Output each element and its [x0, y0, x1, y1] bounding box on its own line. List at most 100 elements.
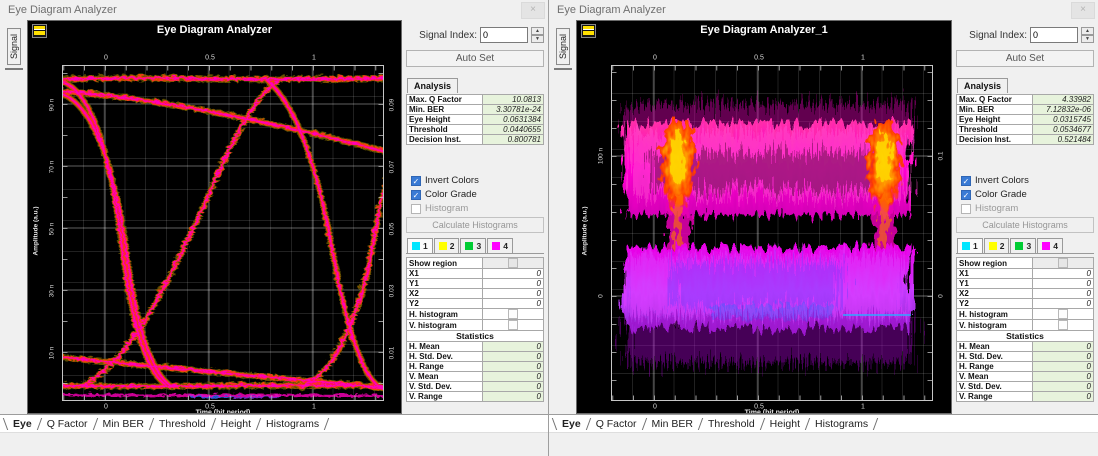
- spin-down-icon[interactable]: ▼: [531, 35, 544, 43]
- tab-histograms[interactable]: Histograms: [808, 418, 875, 430]
- x-tick-top: 1: [861, 55, 865, 62]
- colorgrade-icon[interactable]: [32, 24, 47, 38]
- tab-signal[interactable]: Signal: [556, 28, 570, 65]
- color-grade-checkbox[interactable]: ✓: [961, 190, 971, 200]
- color-grade-label: Color Grade: [425, 189, 477, 200]
- close-icon[interactable]: ×: [521, 2, 545, 19]
- table-row: X20: [957, 289, 1094, 299]
- magenta-swatch-icon: [1042, 242, 1050, 250]
- show-region-checkbox[interactable]: [1058, 258, 1068, 268]
- status-strip: [0, 432, 548, 456]
- h-histogram-checkbox[interactable]: [508, 309, 518, 319]
- histogram-tab-1[interactable]: 1: [407, 238, 433, 253]
- histogram-tab-1[interactable]: 1: [957, 238, 983, 253]
- color-grade-checkbox[interactable]: ✓: [411, 190, 421, 200]
- window-content: Signal Eye Diagram Analyzer_1: [549, 20, 1098, 414]
- tab-signal[interactable]: Signal: [7, 28, 21, 65]
- histogram-tabs: 1 2 3 4: [956, 238, 1094, 254]
- analysis-table: Max. Q Factor4.33982 Min. BER7.12832e-06…: [956, 94, 1094, 145]
- y-tick-right: 0.09: [389, 99, 396, 112]
- histogram-tab-4[interactable]: 4: [487, 238, 513, 253]
- table-row: V. Range0: [407, 392, 544, 402]
- eye-trace-canvas: [62, 65, 384, 401]
- signal-index-label: Signal Index:: [419, 30, 477, 41]
- spin-down-icon[interactable]: ▼: [1081, 35, 1094, 43]
- table-row: H. Std. Dev.0: [407, 352, 544, 362]
- statistics-header: Statistics: [957, 331, 1094, 342]
- v-histogram-checkbox[interactable]: [508, 320, 518, 330]
- analysis-row: Decision Inst.0.800781: [407, 135, 544, 145]
- y-tick-left: 70 n: [49, 161, 56, 174]
- tab-q-factor[interactable]: Q Factor: [589, 418, 644, 430]
- signal-tab-strip: Signal: [549, 20, 576, 414]
- tab-eye[interactable]: Eye: [6, 418, 39, 430]
- tab-histograms[interactable]: Histograms: [259, 418, 326, 430]
- control-panel: Signal Index: ▲ ▼ Auto Set Analysis Max.…: [952, 20, 1098, 414]
- histogram-tab-4[interactable]: 4: [1037, 238, 1063, 253]
- table-row: V. Std. Dev.0: [957, 382, 1094, 392]
- table-row: Show region: [957, 258, 1094, 269]
- calculate-histograms-button[interactable]: Calculate Histograms: [956, 217, 1094, 233]
- y-tick-left: 50 n: [49, 223, 56, 236]
- y-tick-right: 0: [938, 294, 945, 298]
- cyan-swatch-icon: [962, 242, 970, 250]
- signal-index-input[interactable]: [1030, 27, 1078, 43]
- window-content: Signal Eye Diagram Analyzer: [0, 20, 548, 414]
- table-row: X10: [407, 269, 544, 279]
- histogram-checkbox[interactable]: [961, 204, 971, 214]
- table-row: H. Range0: [407, 362, 544, 372]
- signal-tab-strip: Signal: [0, 20, 27, 414]
- signal-index-input[interactable]: [480, 27, 528, 43]
- table-row: Statistics: [957, 331, 1094, 342]
- auto-set-button[interactable]: Auto Set: [406, 50, 544, 67]
- table-row: Y20: [957, 299, 1094, 309]
- analysis-row: Min. BER7.12832e-06: [957, 105, 1094, 115]
- tab-height[interactable]: Height: [763, 418, 807, 430]
- invert-colors-checkbox[interactable]: ✓: [961, 176, 971, 186]
- histogram-tab-3[interactable]: 3: [1010, 238, 1036, 253]
- tab-q-factor[interactable]: Q Factor: [40, 418, 95, 430]
- histogram-tab-2[interactable]: 2: [984, 238, 1010, 253]
- x-axis-label: Time (bit period): [196, 410, 251, 415]
- green-swatch-icon: [1015, 242, 1023, 250]
- tab-threshold[interactable]: Threshold: [701, 418, 762, 430]
- statistics-header: Statistics: [407, 331, 544, 342]
- colorgrade-icon[interactable]: [581, 24, 596, 38]
- analysis-row: Eye Height0.0631384: [407, 115, 544, 125]
- spin-up-icon[interactable]: ▲: [1081, 27, 1094, 35]
- close-icon[interactable]: ×: [1071, 2, 1095, 19]
- eye-analyzer-window-left: Eye Diagram Analyzer × Signal Eye Diagra…: [0, 0, 549, 456]
- window-title: Eye Diagram Analyzer: [557, 4, 666, 16]
- invert-colors-label: Invert Colors: [975, 175, 1029, 186]
- table-row: X20: [407, 289, 544, 299]
- title-bar[interactable]: Eye Diagram Analyzer ×: [549, 0, 1098, 20]
- table-row: H. Range0: [957, 362, 1094, 372]
- analysis-row: Min. BER3.30781e-24: [407, 105, 544, 115]
- tab-threshold[interactable]: Threshold: [152, 418, 213, 430]
- spin-up-icon[interactable]: ▲: [531, 27, 544, 35]
- tab-height[interactable]: Height: [214, 418, 258, 430]
- tab-eye[interactable]: Eye: [555, 418, 588, 430]
- tab-analysis[interactable]: Analysis: [957, 78, 1008, 93]
- v-histogram-checkbox[interactable]: [1058, 320, 1068, 330]
- auto-set-button[interactable]: Auto Set: [956, 50, 1094, 67]
- histogram-tab-2[interactable]: 2: [434, 238, 460, 253]
- histogram-checkbox[interactable]: [411, 204, 421, 214]
- title-bar[interactable]: Eye Diagram Analyzer ×: [0, 0, 548, 20]
- app: Eye Diagram Analyzer × Signal Eye Diagra…: [0, 0, 1098, 456]
- y-tick-left: 30 n: [49, 285, 56, 298]
- show-region-checkbox[interactable]: [508, 258, 518, 268]
- h-histogram-checkbox[interactable]: [1058, 309, 1068, 319]
- eye-trace-canvas: [611, 65, 933, 401]
- region-table: Show region X10 Y10 X20 Y20 H. histogram…: [956, 257, 1094, 402]
- calculate-histograms-button[interactable]: Calculate Histograms: [406, 217, 544, 233]
- tab-analysis[interactable]: Analysis: [407, 78, 458, 93]
- x-tick-bottom: 0: [104, 404, 108, 411]
- tab-min-ber[interactable]: Min BER: [96, 418, 151, 430]
- invert-colors-checkbox[interactable]: ✓: [411, 176, 421, 186]
- analysis-row: Max. Q Factor4.33982: [957, 95, 1094, 105]
- tab-min-ber[interactable]: Min BER: [645, 418, 700, 430]
- histogram-tab-3[interactable]: 3: [460, 238, 486, 253]
- y-axis-label: Amplitude (a.u.): [582, 206, 589, 255]
- histogram-label: Histogram: [975, 203, 1018, 214]
